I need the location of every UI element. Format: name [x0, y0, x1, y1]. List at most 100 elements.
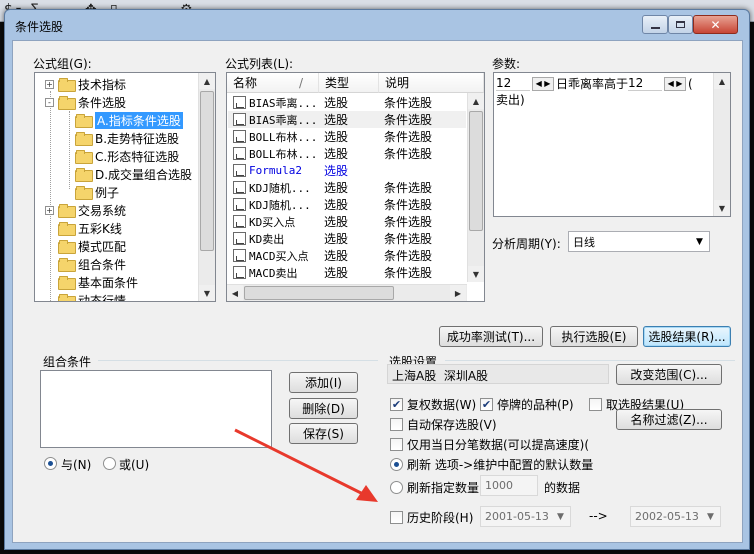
- scroll-thumb[interactable]: [200, 91, 214, 251]
- scroll-right-icon[interactable]: ▶: [450, 285, 466, 301]
- formula-type: 选股: [324, 198, 349, 212]
- refresh-count-radio[interactable]: [390, 481, 403, 494]
- success-test-button[interactable]: 成功率测试(T)...: [439, 326, 543, 347]
- groups-tree[interactable]: + 技术指标 - 条件选股 A.指标条件选股 B.走势特征选股 C.形态特征选股 D.成交量组…: [34, 72, 216, 302]
- tree-item[interactable]: C.形态特征选股: [75, 147, 179, 165]
- column-header-type[interactable]: 类型: [319, 73, 379, 93]
- expand-icon[interactable]: +: [45, 205, 54, 215]
- option-checkbox[interactable]: [589, 398, 602, 411]
- close-button[interactable]: ✕: [693, 15, 738, 34]
- param-1-input[interactable]: 12: [496, 76, 530, 91]
- formula-type: 选股: [324, 181, 349, 195]
- table-row[interactable]: KD买入点 选股 条件选股: [228, 213, 466, 230]
- formula-desc: 条件选股: [384, 181, 433, 195]
- tree-item[interactable]: B.走势特征选股: [75, 129, 179, 147]
- add-button[interactable]: 添加(I): [289, 372, 358, 393]
- param-2-input[interactable]: 12: [628, 76, 663, 91]
- tree-item[interactable]: 基本面条件: [45, 273, 138, 291]
- params-scrollbar[interactable]: ▲ ▼: [713, 73, 730, 216]
- maximize-button[interactable]: [668, 15, 693, 34]
- collapse-icon[interactable]: -: [45, 97, 54, 107]
- tree-item[interactable]: 动态行情: [45, 291, 126, 301]
- refresh-count-suffix: 的数据: [544, 481, 581, 495]
- minimize-button[interactable]: [642, 15, 668, 34]
- tree-item-label: 组合条件: [78, 257, 127, 272]
- tree-item[interactable]: - 条件选股: [45, 93, 126, 111]
- scroll-up-icon[interactable]: ▲: [199, 73, 215, 89]
- column-header-desc[interactable]: 说明: [379, 73, 484, 93]
- tree-item[interactable]: 模式匹配: [45, 237, 126, 255]
- name-filter-button[interactable]: 名称过滤(Z)...: [616, 409, 722, 430]
- scroll-left-icon[interactable]: ◀: [227, 285, 243, 301]
- formula-desc: 条件选股: [384, 232, 433, 246]
- refresh-count-input[interactable]: 1000: [480, 475, 538, 496]
- scroll-down-icon[interactable]: ▼: [199, 285, 215, 301]
- option-checkbox[interactable]: ✔: [480, 398, 493, 411]
- param-2-spinner[interactable]: ◀ ▶: [664, 76, 687, 91]
- scroll-up-icon[interactable]: ▲: [468, 93, 484, 109]
- tree-item-label: D.成交量组合选股: [95, 167, 193, 182]
- table-row[interactable]: KDJ随机... 选股 条件选股: [228, 179, 466, 196]
- table-row[interactable]: BOLL布林... 选股 条件选股: [228, 128, 466, 145]
- period-select[interactable]: 日线 ▼: [568, 231, 710, 252]
- tree-item-label: 基本面条件: [78, 275, 139, 290]
- tree-item[interactable]: D.成交量组合选股: [75, 165, 192, 183]
- option-checkbox[interactable]: ✔: [390, 398, 403, 411]
- refresh-default-radio[interactable]: [390, 458, 403, 471]
- and-radio[interactable]: [44, 457, 57, 470]
- tree-item[interactable]: 组合条件: [45, 255, 126, 273]
- table-row[interactable]: Formula2 选股: [228, 162, 466, 179]
- folder-icon: [58, 276, 76, 290]
- scroll-thumb[interactable]: [469, 111, 483, 231]
- refresh-default-label: 刷新 选项->维护中配置的默认数量: [407, 458, 594, 472]
- expand-icon[interactable]: +: [45, 79, 54, 89]
- result-button[interactable]: 选股结果(R)...: [643, 326, 731, 347]
- tree-item[interactable]: 五彩K线: [45, 219, 122, 237]
- chevron-down-icon: ▼: [557, 511, 564, 522]
- list-hscrollbar[interactable]: ◀ ▶: [227, 284, 467, 301]
- column-header-label: 类型: [325, 76, 350, 90]
- column-header-name[interactable]: 名称 /: [227, 73, 319, 93]
- table-row[interactable]: KDJ随机... 选股 条件选股: [228, 196, 466, 213]
- formula-type: 选股: [324, 215, 349, 229]
- table-row[interactable]: MACD卖出 选股 条件选股: [228, 264, 466, 281]
- or-radio[interactable]: [103, 457, 116, 470]
- tree-item[interactable]: A.指标条件选股: [75, 111, 183, 129]
- option-checkbox[interactable]: [390, 418, 403, 431]
- groups-scrollbar[interactable]: ▲ ▼: [198, 73, 215, 301]
- date-to-picker[interactable]: 2002-05-13 ▼: [630, 506, 721, 527]
- tree-item-label: 交易系统: [78, 203, 127, 218]
- folder-icon: [75, 114, 93, 128]
- table-row[interactable]: MACD买入点 选股 条件选股: [228, 247, 466, 264]
- folder-icon: [58, 204, 76, 218]
- formula-list[interactable]: 名称 / 类型 说明 BIAS乖离... 选股 条件选股 BIAS乖离... 选股 条件选…: [226, 72, 485, 302]
- history-checkbox[interactable]: [390, 511, 403, 524]
- tree-item[interactable]: 例子: [75, 183, 119, 201]
- combo-list[interactable]: [40, 370, 272, 448]
- option-label: 复权数据(W): [407, 398, 477, 412]
- folder-icon: [75, 186, 93, 200]
- scroll-down-icon[interactable]: ▼: [468, 266, 484, 282]
- execute-button[interactable]: 执行选股(E): [550, 326, 638, 347]
- param-1-spinner[interactable]: ◀ ▶: [532, 76, 554, 91]
- change-range-button[interactable]: 改变范围(C)...: [616, 364, 722, 385]
- date-separator: -->: [589, 509, 608, 523]
- save-button[interactable]: 保存(S): [289, 423, 358, 444]
- sort-indicator: /: [299, 75, 304, 90]
- table-row[interactable]: BIAS乖离... 选股 条件选股: [228, 111, 466, 128]
- formula-icon: [233, 164, 246, 177]
- scroll-down-icon[interactable]: ▼: [714, 200, 730, 216]
- scroll-up-icon[interactable]: ▲: [714, 73, 730, 89]
- list-vscrollbar[interactable]: ▲ ▼: [467, 93, 484, 282]
- scroll-thumb[interactable]: [244, 286, 394, 300]
- formula-type: 选股: [324, 130, 349, 144]
- tree-item[interactable]: + 技术指标: [45, 75, 126, 93]
- date-from-picker[interactable]: 2001-05-13 ▼: [480, 506, 571, 527]
- table-row[interactable]: BIAS乖离... 选股 条件选股: [228, 94, 466, 111]
- delete-button[interactable]: 删除(D): [289, 398, 358, 419]
- table-row[interactable]: BOLL布林... 选股 条件选股: [228, 145, 466, 162]
- tree-item[interactable]: + 交易系统: [45, 201, 126, 219]
- formula-type: 选股: [324, 113, 349, 127]
- option-checkbox[interactable]: [390, 438, 403, 451]
- table-row[interactable]: KD卖出 选股 条件选股: [228, 230, 466, 247]
